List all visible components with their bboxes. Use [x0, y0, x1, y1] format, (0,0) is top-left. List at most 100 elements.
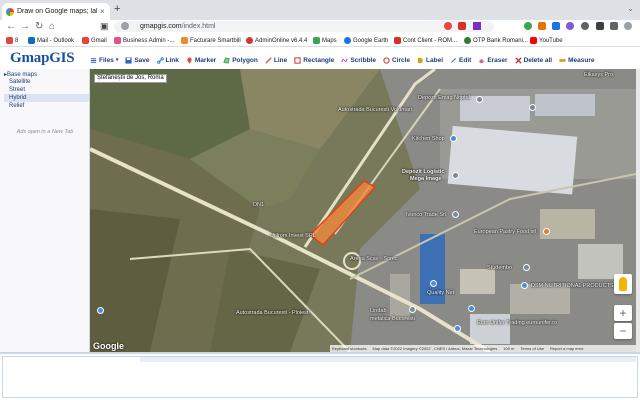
measure-icon: [559, 58, 566, 62]
report-error-link[interactable]: Report a map error: [550, 346, 584, 351]
place-pin-icon[interactable]: [523, 264, 530, 271]
map-label: Mega Image: [410, 176, 442, 182]
home-button[interactable]: ⌂: [49, 20, 55, 33]
extensions-puzzle-icon[interactable]: [596, 22, 604, 30]
zoom-in-button[interactable]: +: [614, 305, 632, 321]
site-info-icon[interactable]: [121, 22, 129, 30]
bookmark-item[interactable]: OTP Bank Romani...: [464, 35, 528, 46]
youtube-icon: [530, 37, 537, 44]
place-pin-icon[interactable]: [521, 282, 528, 289]
polygon-button[interactable]: Polygon: [223, 57, 258, 64]
keyboard-shortcuts-link[interactable]: Keyboard shortcuts: [332, 346, 366, 351]
eraser-button[interactable]: Eraser: [478, 57, 508, 64]
tab-close-icon[interactable]: ×: [100, 7, 105, 16]
bookmark-item[interactable]: Mail - Outlook: [28, 35, 74, 46]
link-button[interactable]: Link: [156, 57, 179, 64]
place-pin-icon[interactable]: [430, 280, 437, 287]
basemap-hybrid[interactable]: Hybrid: [4, 94, 89, 102]
bookmark-item[interactable]: Gmail: [82, 35, 107, 46]
label-button[interactable]: Label: [417, 57, 443, 64]
basemap-relief[interactable]: Relief: [9, 102, 89, 110]
circle-icon: [383, 56, 390, 64]
edit-button[interactable]: Edit: [450, 57, 471, 64]
address-bar[interactable]: gmapgis.com/index.html: [114, 21, 494, 32]
gmail-icon: [82, 37, 89, 44]
url-path: /index.html: [181, 23, 216, 30]
bookmark-item[interactable]: YouTube: [530, 35, 563, 46]
files-button[interactable]: Files ▾: [90, 57, 118, 64]
map-label: DN1: [253, 202, 265, 208]
url-host: gmapgis.com: [140, 23, 182, 30]
gmapgis-logo[interactable]: GmapGIS: [10, 50, 75, 67]
marker-button[interactable]: Marker: [186, 57, 216, 64]
base-maps-title[interactable]: ▸Base maps: [4, 71, 37, 78]
back-button[interactable]: ←: [6, 20, 16, 33]
bookmark-item[interactable]: Cont Client - ROM...: [394, 35, 457, 46]
map-label: metalica Bucuresti: [370, 316, 415, 322]
map-label: Ivonco Trade Srl: [406, 212, 447, 218]
maps-icon: [313, 37, 320, 44]
eraser-icon: [479, 58, 485, 63]
bookmark-item[interactable]: 8: [6, 35, 18, 46]
zoom-out-button[interactable]: −: [614, 323, 632, 339]
label-icon: [417, 57, 424, 63]
delete-all-button[interactable]: Delete all: [514, 57, 552, 64]
bookmark-item[interactable]: Google Earth: [344, 35, 388, 46]
save-button[interactable]: Save: [125, 57, 150, 64]
place-pin-icon[interactable]: [468, 305, 475, 312]
location-label[interactable]: Ștefăneștii de Jos, Roma: [94, 74, 167, 83]
tab-search-icon[interactable]: ⌄: [627, 4, 634, 13]
forward-button[interactable]: →: [20, 20, 30, 33]
bookmark-item[interactable]: Maps: [313, 35, 337, 46]
line-icon: [265, 56, 272, 64]
place-pin-icon[interactable]: [450, 135, 457, 142]
extension-purple-icon[interactable]: [566, 22, 574, 30]
line-button[interactable]: Line: [265, 57, 287, 64]
browser-tab[interactable]: Draw on Google maps; label, s... ×: [2, 3, 110, 20]
extension-ublock-icon[interactable]: [458, 22, 466, 30]
place-pin-icon[interactable]: [454, 325, 461, 332]
bottom-strip: [140, 357, 636, 362]
place-pin-icon[interactable]: [529, 104, 536, 111]
basemap-satellite[interactable]: Satellite: [9, 78, 89, 86]
place-pin-icon[interactable]: [476, 96, 483, 103]
extension-gear-icon[interactable]: [581, 22, 589, 30]
marker-icon: [187, 56, 192, 64]
measure-button[interactable]: Measure: [559, 57, 594, 64]
new-tab-button[interactable]: +: [114, 4, 120, 15]
place-pin-icon[interactable]: [452, 172, 459, 179]
otp-bank-icon: [464, 37, 471, 44]
terms-link[interactable]: Terms of Use: [520, 346, 544, 351]
polygon-icon: [223, 56, 230, 64]
map-label: Depozit Emag Noptal: [418, 95, 470, 101]
place-pin-icon[interactable]: [543, 228, 550, 235]
rectangle-button[interactable]: Rectangle: [294, 57, 334, 64]
google-logo[interactable]: Google: [93, 341, 124, 351]
page-scrollbar[interactable]: [636, 69, 640, 352]
bookmark-item[interactable]: Facturare Smartbill: [181, 35, 241, 46]
files-dropdown-icon: ▾: [115, 57, 119, 63]
bookmark-item[interactable]: AdminOnline v6.4.4: [246, 35, 307, 46]
app-toolbar: Files ▾ Save Link Marker Polygon Line Rec…: [90, 53, 640, 67]
reload-button[interactable]: ↻: [35, 20, 43, 33]
scribble-button[interactable]: Scribble: [341, 57, 376, 64]
extension-warning-icon[interactable]: [473, 22, 481, 30]
extension-green-icon[interactable]: [524, 22, 532, 30]
extension-record-icon[interactable]: [444, 22, 452, 30]
place-pin-icon[interactable]: [409, 306, 416, 313]
place-pin-icon[interactable]: [97, 307, 104, 314]
scribble-icon: [341, 58, 348, 62]
bookmark-item[interactable]: Business Admin -...: [114, 35, 174, 46]
place-pin-icon[interactable]: [452, 211, 459, 218]
extension-m-icon[interactable]: [552, 22, 560, 30]
scale-label: 100 m: [503, 346, 515, 351]
profile-avatar-icon[interactable]: [624, 22, 632, 30]
basemap-street[interactable]: Street: [9, 86, 89, 94]
side-panel-icon[interactable]: [610, 22, 618, 30]
circle-button[interactable]: Circle: [383, 57, 410, 64]
map-label: Lindab: [370, 308, 387, 314]
map-label: Kitchen Shop: [412, 136, 445, 142]
bookmark-star-icon[interactable]: ▣: [100, 20, 109, 33]
extension-metamask-icon[interactable]: [538, 22, 546, 30]
map-attribution: Keyboard shortcuts Map data ©2022 Imager…: [330, 345, 636, 352]
